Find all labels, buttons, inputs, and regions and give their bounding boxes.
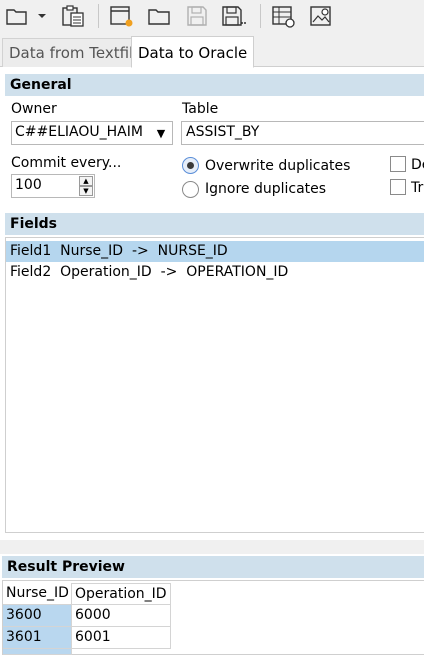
column-header-nurse-id[interactable]: Nurse_ID [3, 583, 72, 605]
commit-every-value: 100 [15, 177, 42, 193]
table-cell[interactable]: 6000 [72, 605, 171, 627]
table-cell [3, 649, 72, 655]
table-settings-icon[interactable] [268, 2, 298, 30]
save-as-icon[interactable] [218, 2, 250, 30]
owner-select[interactable]: C##ELIAOU_HAIM ▼ [11, 121, 173, 145]
field-row-1[interactable]: Field1 Nurse_ID -> NURSE_ID [6, 241, 424, 262]
tab-data-from-textfile[interactable]: Data from Textfile [2, 38, 150, 67]
toolbar-separator [98, 4, 99, 28]
fields-section-header: Fields [5, 213, 424, 235]
option-checkbox-1-label[interactable]: De [411, 157, 424, 173]
table-cell[interactable]: 3600 [3, 605, 72, 627]
tab-data-to-oracle[interactable]: Data to Oracle [131, 36, 255, 68]
option-checkbox-2[interactable] [390, 179, 406, 195]
tab-bar: Data from Textfile Data to Oracle [0, 36, 424, 68]
owner-label: Owner [11, 101, 57, 117]
table-value: ASSIST_BY [186, 124, 260, 140]
toolbar-separator [260, 4, 261, 28]
owner-value: C##ELIAOU_HAIM [15, 124, 143, 140]
toolbar [0, 0, 424, 34]
overwrite-duplicates-radio[interactable] [182, 157, 199, 174]
chevron-down-icon[interactable]: ▼ [150, 122, 172, 144]
ignore-duplicates-label[interactable]: Ignore duplicates [205, 181, 326, 197]
open-folder-icon[interactable] [4, 2, 30, 30]
table-label: Table [182, 101, 219, 117]
fields-list[interactable]: Field1 Nurse_ID -> NURSE_ID Field2 Opera… [5, 237, 424, 533]
ignore-duplicates-radio[interactable] [182, 181, 199, 198]
table-cell[interactable]: 6001 [72, 627, 171, 649]
result-preview-grid[interactable]: Nurse_ID Operation_ID 3600 6000 3601 600… [2, 580, 424, 655]
commit-every-label: Commit every... [11, 155, 122, 171]
option-checkbox-2-label[interactable]: Tr [411, 180, 423, 196]
option-checkbox-1[interactable] [390, 156, 406, 172]
splitter[interactable] [0, 540, 424, 554]
result-preview-header: Result Preview [2, 556, 424, 578]
spin-up-icon[interactable]: ▲ [79, 176, 93, 186]
new-window-icon[interactable] [106, 2, 136, 30]
spin-down-icon[interactable]: ▼ [79, 186, 93, 196]
table-input[interactable]: ASSIST_BY [181, 121, 424, 145]
dropdown-arrow-icon[interactable] [34, 2, 50, 30]
general-section-header: General [5, 74, 424, 96]
clipboard-icon[interactable] [58, 2, 88, 30]
overwrite-duplicates-label[interactable]: Overwrite duplicates [205, 158, 350, 174]
table-cell[interactable]: 3601 [3, 627, 72, 649]
commit-every-stepper[interactable]: 100 ▲ ▼ [11, 174, 95, 198]
save-icon[interactable] [182, 2, 212, 30]
field-row-2[interactable]: Field2 Operation_ID -> OPERATION_ID [6, 262, 424, 283]
column-header-operation-id[interactable]: Operation_ID [72, 583, 171, 605]
image-settings-icon[interactable] [306, 2, 336, 30]
folder-icon[interactable] [144, 2, 174, 30]
